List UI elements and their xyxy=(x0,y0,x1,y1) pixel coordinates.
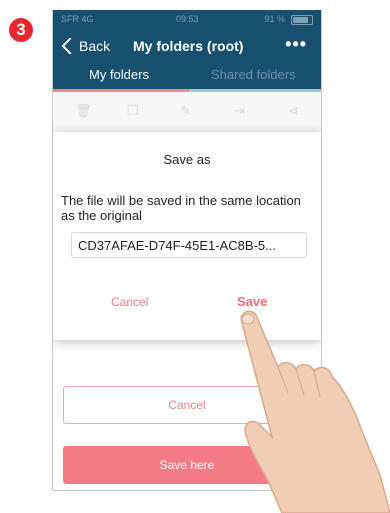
tab-bar: My folders Shared folders xyxy=(53,64,321,92)
filename-input[interactable]: CD37AFAE-D74F-45E1-AC8B-5... xyxy=(71,232,307,258)
trash-icon[interactable]: 🗑 xyxy=(75,103,92,119)
copy-icon[interactable]: ❐ xyxy=(127,103,139,119)
back-button[interactable]: Back xyxy=(60,37,111,55)
clock: 09:53 xyxy=(176,14,199,24)
edit-icon[interactable]: ✎ xyxy=(180,103,191,119)
chevron-left-icon xyxy=(61,37,79,55)
dialog-message: The file will be saved in the same locat… xyxy=(61,193,301,223)
move-icon[interactable]: ⇥ xyxy=(234,103,245,119)
file-toolbar: 🗑 ❐ ✎ ⇥ ⋖ xyxy=(53,92,321,133)
tab-my-folders[interactable]: My folders xyxy=(89,67,149,82)
pointing-hand-illustration xyxy=(240,310,390,513)
dialog-cancel-button[interactable]: Cancel xyxy=(111,295,148,309)
step-number-badge: 3 xyxy=(9,18,33,42)
carrier-label: SFR 4G xyxy=(61,14,94,24)
app-header: SFR 4G 09:53 91 % Back My folders (root)… xyxy=(53,10,321,92)
tab-shared-folders[interactable]: Shared folders xyxy=(211,67,296,82)
page-title: My folders (root) xyxy=(133,38,244,54)
battery-percent: 91 % xyxy=(264,14,285,24)
back-label: Back xyxy=(79,38,111,54)
battery-icon xyxy=(291,15,313,25)
dialog-title: Save as xyxy=(163,152,211,167)
nav-bar: Back My folders (root) ••• xyxy=(53,28,321,64)
more-options-icon[interactable]: ••• xyxy=(285,34,307,55)
status-bar: SFR 4G 09:53 91 % xyxy=(53,10,321,28)
share-icon[interactable]: ⋖ xyxy=(288,103,299,119)
